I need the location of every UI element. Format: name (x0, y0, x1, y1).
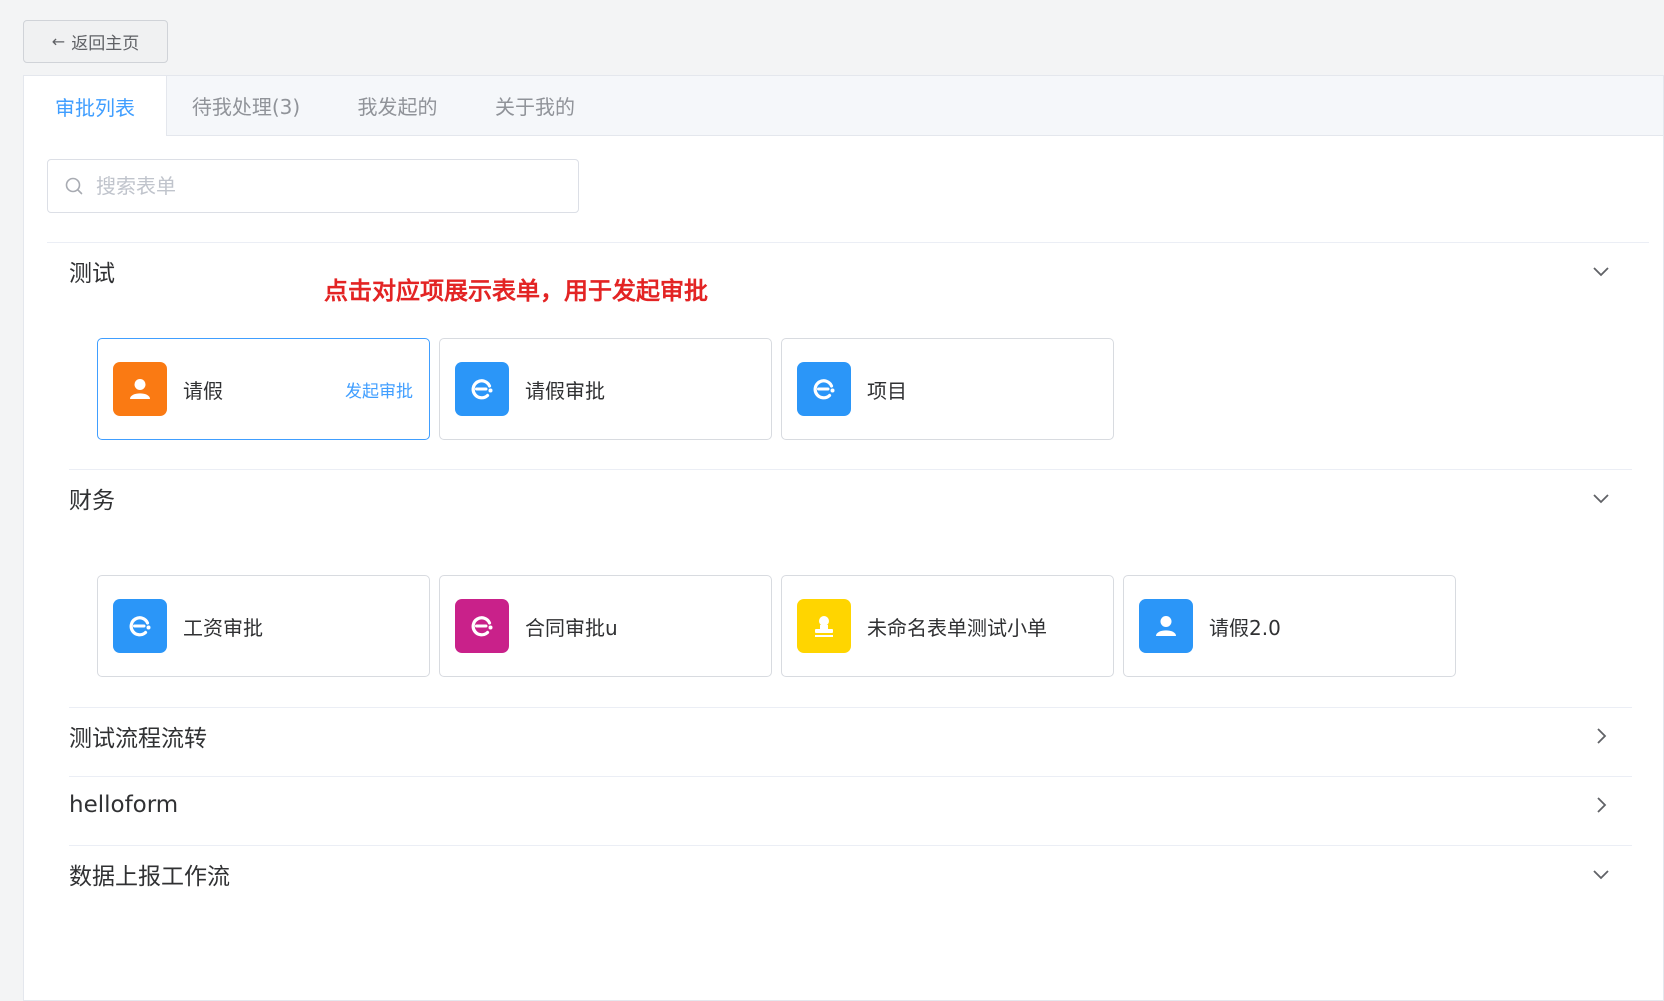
group-header-finance[interactable]: 财务 (69, 470, 1632, 526)
search-field[interactable] (47, 159, 579, 213)
tab-bar: 审批列表 待我处理(3) 我发起的 关于我的 (24, 76, 1663, 136)
form-card-salary-approval[interactable]: 工资审批 (97, 575, 430, 677)
tab-label: 我发起的 (357, 95, 438, 119)
form-card-leave-2[interactable]: 请假2.0 (1123, 575, 1456, 677)
chevron-down-icon (1593, 870, 1609, 880)
stamp-icon (797, 599, 851, 653)
annotation-text: 点击对应项展示表单，用于发起审批 (324, 277, 708, 305)
group-header-test[interactable]: 测试 (69, 243, 1632, 299)
e-logo-icon (455, 599, 509, 653)
back-home-button[interactable]: ← 返回主页 (23, 20, 168, 63)
group-title: 数据上报工作流 (69, 864, 230, 890)
group-title: 财务 (69, 488, 115, 514)
form-card-unnamed-form[interactable]: 未命名表单测试小单 (781, 575, 1114, 677)
search-icon (65, 177, 83, 195)
form-name: 工资审批 (183, 615, 263, 640)
e-logo-icon (455, 362, 509, 416)
back-home-label: 返回主页 (71, 34, 140, 54)
tab-pending[interactable]: 待我处理(3) (167, 76, 325, 135)
tab-label: 关于我的 (495, 95, 575, 119)
form-name: 请假 (183, 378, 223, 403)
form-card-leave-approval[interactable]: 请假审批 (439, 338, 772, 440)
tab-label: 待我处理(3) (191, 95, 301, 119)
chevron-down-icon (1593, 494, 1609, 504)
tab-approval-list[interactable]: 审批列表 (24, 76, 167, 136)
group-header-test-flow[interactable]: 测试流程流转 (69, 708, 1632, 764)
form-card-leave[interactable]: 请假 发起审批 (97, 338, 430, 440)
start-approval-link[interactable]: 发起审批 (345, 377, 413, 402)
form-card-project[interactable]: 项目 (781, 338, 1114, 440)
group-title: 测试 (69, 261, 115, 287)
search-input[interactable] (94, 173, 538, 199)
group-title: helloform (69, 792, 179, 818)
chevron-right-icon (1597, 797, 1607, 813)
chevron-right-icon (1597, 728, 1607, 744)
arrow-left-icon: ← (51, 32, 66, 51)
form-name: 请假2.0 (1209, 615, 1281, 640)
chevron-down-icon (1593, 267, 1609, 277)
tab-about-me[interactable]: 关于我的 (470, 76, 600, 135)
form-name: 项目 (867, 378, 907, 403)
tab-label: 审批列表 (55, 95, 135, 120)
user-icon (1139, 599, 1193, 653)
group-title: 测试流程流转 (69, 726, 207, 752)
e-logo-icon (113, 599, 167, 653)
form-name: 合同审批u (525, 615, 618, 640)
group-header-data-report[interactable]: 数据上报工作流 (69, 846, 1632, 902)
user-icon (113, 362, 167, 416)
form-name: 未命名表单测试小单 (867, 615, 1047, 640)
form-name: 请假审批 (525, 378, 605, 403)
e-logo-icon (797, 362, 851, 416)
main-panel: 审批列表 待我处理(3) 我发起的 关于我的 测试 点击对应项展示表单，用于发起… (23, 75, 1664, 1001)
form-card-contract-approval[interactable]: 合同审批u (439, 575, 772, 677)
group-header-helloform[interactable]: helloform (69, 777, 1632, 833)
tab-initiated[interactable]: 我发起的 (325, 76, 470, 135)
